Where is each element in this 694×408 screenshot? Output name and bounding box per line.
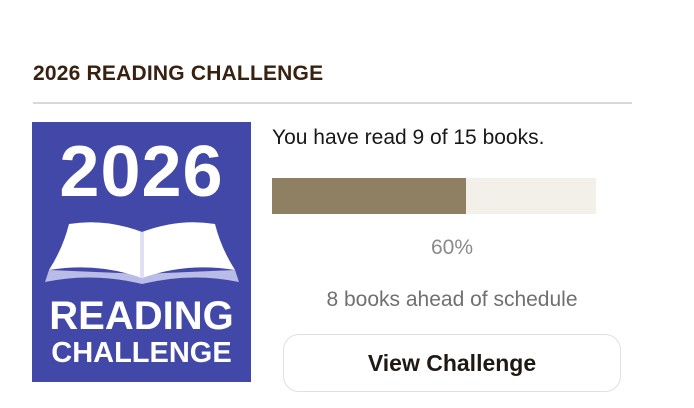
open-book-icon	[45, 222, 239, 284]
widget-title[interactable]: 2026 READING CHALLENGE	[33, 62, 323, 86]
badge-year: 2026	[59, 132, 224, 212]
badge-title-reading: READING	[49, 294, 234, 338]
progress-percent: 60%	[430, 236, 474, 259]
books-read-status: You have read 9 of 15 books.	[272, 126, 545, 149]
progress-bar-fill	[272, 178, 467, 214]
challenge-badge[interactable]: 2026 READING CHALLENGE	[32, 122, 251, 382]
badge-title-challenge: CHALLENGE	[51, 337, 232, 369]
schedule-status: 8 books ahead of schedule	[326, 288, 578, 311]
header-divider	[33, 102, 632, 104]
progress-bar	[272, 178, 596, 214]
view-challenge-button[interactable]: View Challenge	[283, 334, 621, 392]
